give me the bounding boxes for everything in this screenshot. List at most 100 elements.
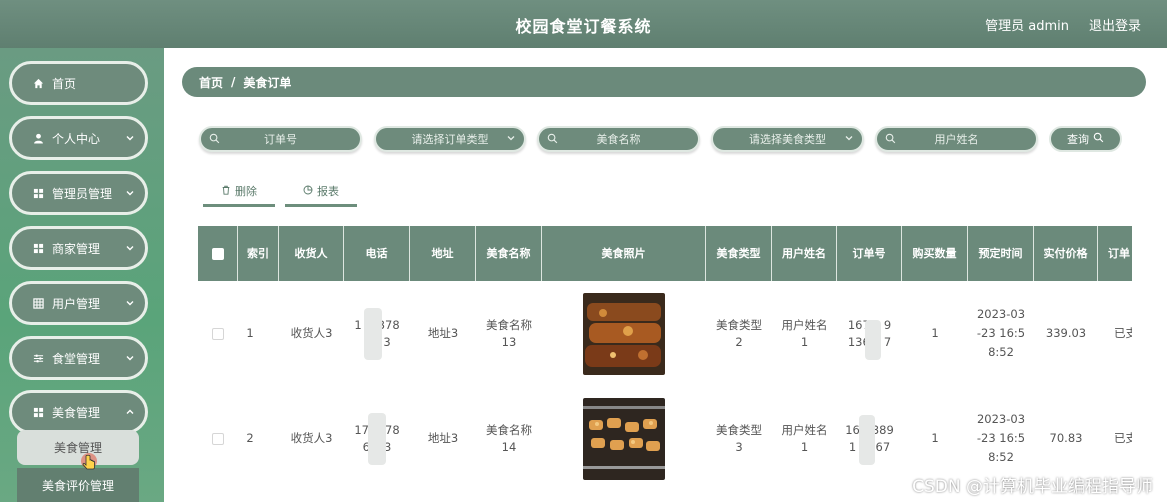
cell-paid-price: 339.03: [1045, 326, 1087, 340]
cell-phone: 17 78 63: [344, 386, 410, 491]
chevron-down-icon: [125, 242, 135, 256]
cell-user-name: 用户姓名 1: [781, 317, 828, 349]
watermark: CSDN @计算机毕业编程指导师: [912, 477, 1153, 497]
breadcrumb-separator: /: [231, 75, 236, 89]
col-food-name: 美食名称: [476, 226, 542, 281]
hand-cursor-icon: [81, 453, 97, 470]
sidebar-item-label: 食堂管理: [52, 351, 101, 366]
cell-quantity: 1: [931, 326, 939, 340]
cell-receiver: 收货人3: [290, 326, 333, 340]
search-icon: [547, 133, 558, 147]
order-type-select[interactable]: 请选择订单类型: [374, 126, 526, 152]
cell-food-name: 美食名称 13: [486, 317, 532, 349]
top-header: 校园食堂订餐系统 管理员 admin 退出登录: [0, 0, 1167, 48]
chevron-up-icon: [125, 406, 135, 420]
breadcrumb-home[interactable]: 首页: [199, 74, 223, 91]
admin-label: 管理员 admin: [985, 19, 1069, 34]
search-icon: [885, 133, 896, 147]
col-user-name: 用户姓名: [772, 226, 837, 281]
sidebar-item-label: 首页: [52, 76, 77, 91]
sidebar-item-label: 管理员管理: [52, 186, 113, 201]
cell-index: 1: [246, 326, 254, 340]
cell-food-name: 美食名称 14: [486, 422, 532, 454]
cell-phone: 1 378 3: [344, 281, 410, 386]
search-button-label: 查询: [1067, 133, 1089, 146]
col-booking-time: 预定时间: [968, 226, 1034, 281]
food-name-placeholder: 美食名称: [596, 133, 641, 146]
food-name-input[interactable]: 美食名称: [537, 126, 700, 152]
sidebar-item-label: 商家管理: [52, 241, 101, 256]
cell-food-type: 美食类型 2: [716, 317, 762, 349]
cell-order-no: 167 9 136 7: [837, 281, 902, 386]
sidebar-item-home[interactable]: 首页: [9, 61, 148, 105]
report-label: 报表: [317, 185, 339, 198]
col-index: 索引: [238, 226, 279, 281]
home-icon: [32, 77, 44, 89]
food-type-placeholder: 请选择美食类型: [749, 133, 826, 146]
col-quantity: 购买数量: [902, 226, 968, 281]
pie-chart-icon: [303, 185, 313, 198]
sidebar-item-merchant-mgmt[interactable]: 商家管理: [9, 226, 148, 270]
sidebar-item-food-mgmt[interactable]: 美食管理: [9, 390, 148, 434]
food-photo-image: [583, 397, 665, 480]
food-photo-image: [583, 292, 665, 375]
user-icon: [32, 132, 44, 144]
order-no-input[interactable]: 订单号: [199, 126, 362, 152]
delete-button[interactable]: 删除: [203, 178, 275, 207]
sidebar-item-admin-mgmt[interactable]: 管理员管理: [9, 171, 148, 215]
order-type-placeholder: 请选择订单类型: [411, 133, 489, 146]
table-header: 索引 收货人 电话 地址 美食名称 美食照片 美食类型 用户姓名 订单号 购买数…: [198, 226, 1132, 281]
breadcrumb: 首页 / 美食订单: [182, 67, 1146, 97]
search-icon: [1093, 132, 1104, 146]
chevron-down-icon: [844, 133, 854, 146]
sidebar-item-label: 美食管理: [52, 405, 101, 420]
col-order-no: 订单号: [837, 226, 902, 281]
orders-table: 索引 收货人 电话 地址 美食名称 美食照片 美食类型 用户姓名 订单号 购买数…: [198, 226, 1132, 502]
cell-index: 2: [246, 431, 254, 445]
user-name-input[interactable]: 用户姓名: [875, 126, 1038, 152]
chevron-down-icon: [125, 132, 135, 146]
col-address: 地址: [410, 226, 476, 281]
sliders-icon: [32, 352, 44, 364]
col-receiver: 收货人: [279, 226, 344, 281]
cell-user-name: 用户姓名 1: [781, 422, 828, 454]
grid-icon: [32, 187, 44, 199]
chevron-down-icon: [506, 133, 516, 146]
col-food-type: 美食类型: [706, 226, 772, 281]
row-checkbox[interactable]: [198, 281, 238, 386]
trash-icon: [221, 185, 231, 198]
sidebar-item-label: 用户管理: [52, 296, 101, 311]
col-food-photo: 美食照片: [542, 226, 706, 281]
cell-food-type: 美食类型 3: [716, 422, 762, 454]
select-all-checkbox[interactable]: [198, 226, 238, 281]
grid-icon: [32, 242, 44, 254]
sidebar-item-label: 个人中心: [52, 131, 101, 146]
report-button[interactable]: 报表: [285, 178, 357, 207]
cell-order-no: 16 389 1 567: [837, 386, 902, 491]
sidebar-subitem-food[interactable]: 美食管理: [17, 430, 139, 465]
grid-icon: [32, 406, 44, 418]
cell-address: 地址3: [427, 431, 459, 445]
row-checkbox[interactable]: [198, 386, 238, 491]
food-type-select[interactable]: 请选择美食类型: [711, 126, 864, 152]
cell-food-photo: [542, 386, 706, 491]
table-icon: [32, 297, 44, 309]
cell-address: 地址3: [427, 326, 459, 340]
breadcrumb-current: 美食订单: [243, 75, 292, 90]
cell-booking-time: 2023-03 -23 16:5 8:52: [976, 307, 1026, 359]
order-no-placeholder: 订单号: [264, 133, 297, 146]
col-order-status: 订单: [1108, 247, 1130, 260]
chevron-down-icon: [125, 187, 135, 201]
sidebar-item-profile[interactable]: 个人中心: [9, 116, 148, 160]
search-icon: [209, 133, 220, 147]
sidebar-item-canteen-mgmt[interactable]: 食堂管理: [9, 336, 148, 380]
col-paid-price: 实付价格: [1034, 226, 1098, 281]
user-name-placeholder: 用户姓名: [934, 133, 979, 146]
cell-food-photo: [542, 281, 706, 386]
sidebar-subitem-food-review[interactable]: 美食评价管理: [17, 468, 139, 502]
sidebar-item-user-mgmt[interactable]: 用户管理: [9, 281, 148, 325]
col-phone: 电话: [344, 226, 410, 281]
delete-label: 删除: [235, 185, 257, 198]
search-button[interactable]: 查询: [1049, 126, 1122, 152]
logout-link[interactable]: 退出登录: [1089, 15, 1141, 34]
